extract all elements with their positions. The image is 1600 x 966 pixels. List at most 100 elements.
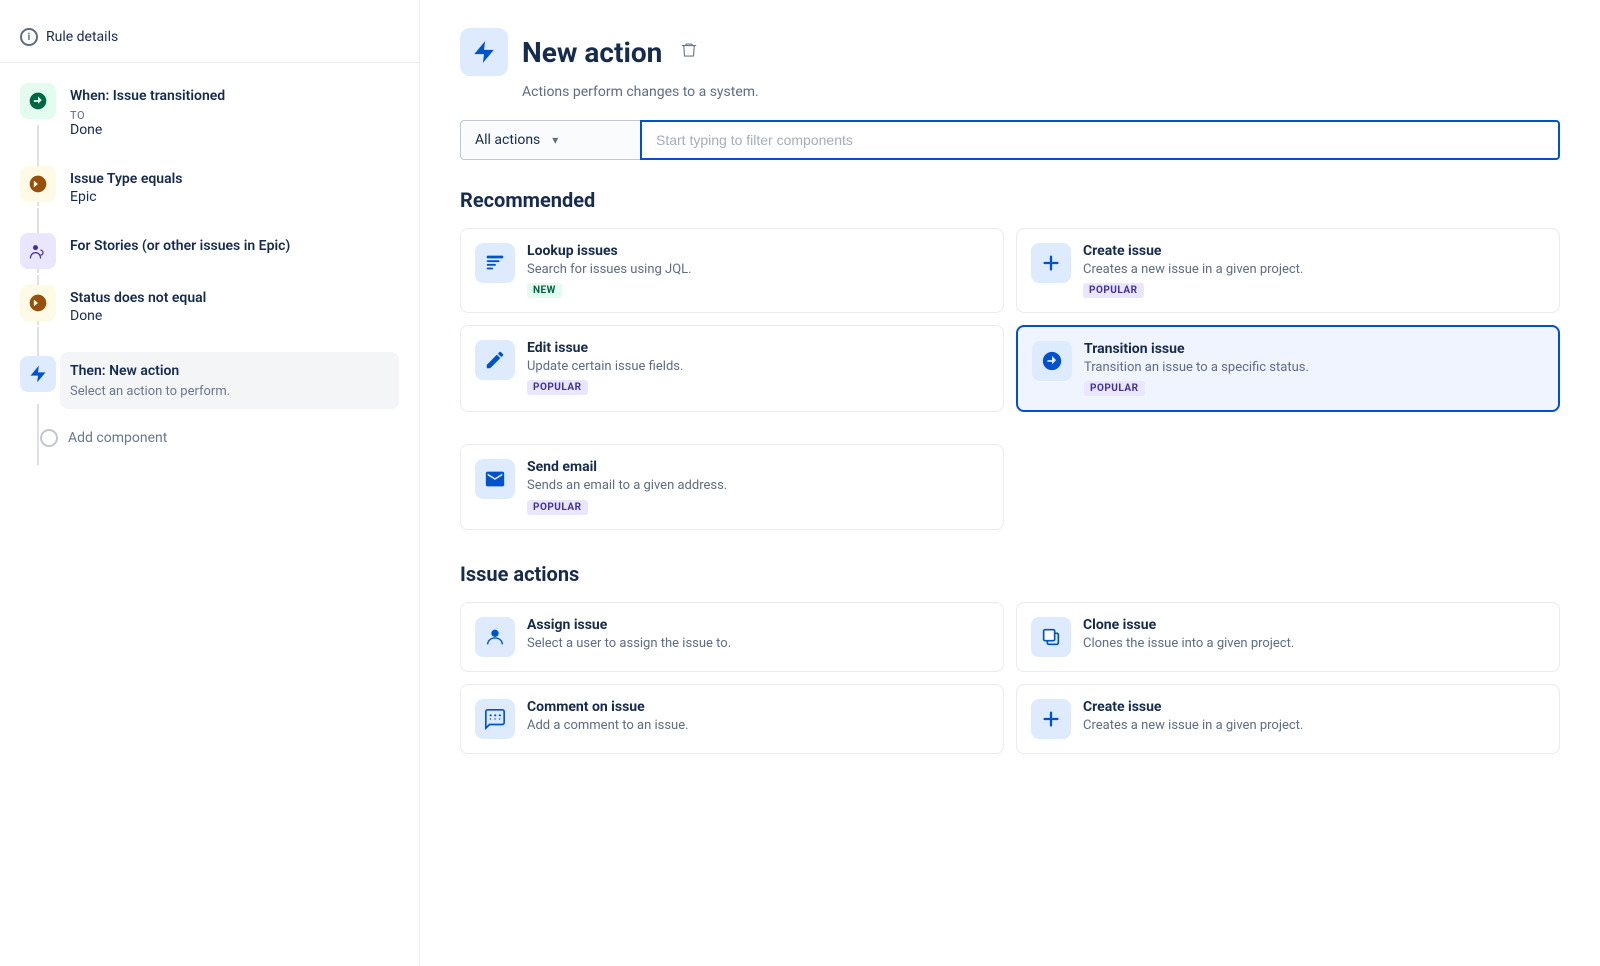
edit-issue-body: Edit issue Update certain issue fields. … bbox=[527, 340, 989, 395]
create-issue-2-body: Create issue Creates a new issue in a gi… bbox=[1083, 699, 1545, 735]
create-issue-2-icon bbox=[1031, 699, 1071, 739]
create-issue-title: Create issue bbox=[1083, 243, 1545, 259]
comment-issue-title: Comment on issue bbox=[527, 699, 989, 715]
timeline: When: Issue transitioned TO Done Issue T… bbox=[0, 79, 419, 463]
filter-row: All actions ▾ bbox=[460, 120, 1560, 160]
send-email-title: Send email bbox=[527, 459, 989, 475]
timeline-item-then[interactable]: Then: New action Select an action to per… bbox=[20, 348, 399, 409]
edit-issue-badge: POPULAR bbox=[527, 380, 588, 395]
clone-issue-title: Clone issue bbox=[1083, 617, 1545, 633]
issue-actions-section-title: Issue actions bbox=[460, 562, 1560, 586]
assign-issue-desc: Select a user to assign the issue to. bbox=[527, 635, 989, 653]
filter-input[interactable] bbox=[640, 120, 1560, 160]
then-icon bbox=[20, 356, 56, 392]
add-component[interactable]: Add component bbox=[20, 413, 399, 463]
send-email-icon bbox=[475, 459, 515, 499]
add-component-label: Add component bbox=[68, 430, 167, 446]
sidebar: i Rule details When: Issue transitioned … bbox=[0, 0, 420, 966]
comment-issue-icon bbox=[475, 699, 515, 739]
delete-icon[interactable] bbox=[680, 41, 698, 63]
send-email-badge: POPULAR bbox=[527, 500, 588, 515]
create-issue-icon bbox=[1031, 243, 1071, 283]
lookup-issues-body: Lookup issues Search for issues using JQ… bbox=[527, 243, 989, 298]
card-create-issue-2[interactable]: Create issue Creates a new issue in a gi… bbox=[1016, 684, 1560, 754]
timeline-item-condition3[interactable]: Status does not equal Done bbox=[20, 281, 399, 349]
card-lookup-issues[interactable]: Lookup issues Search for issues using JQ… bbox=[460, 228, 1004, 313]
main-header: New action bbox=[460, 28, 1560, 76]
when-value: Done bbox=[70, 122, 399, 138]
transition-issue-badge: POPULAR bbox=[1084, 381, 1145, 396]
send-email-desc: Sends an email to a given address. bbox=[527, 477, 989, 495]
condition3-title: Status does not equal bbox=[70, 289, 399, 309]
card-comment-issue[interactable]: Comment on issue Add a comment to an iss… bbox=[460, 684, 1004, 754]
condition3-content: Status does not equal Done bbox=[70, 281, 399, 349]
timeline-item-when[interactable]: When: Issue transitioned TO Done bbox=[20, 79, 399, 162]
when-content: When: Issue transitioned TO Done bbox=[70, 79, 399, 162]
create-issue-badge: POPULAR bbox=[1083, 283, 1144, 298]
clone-issue-icon bbox=[1031, 617, 1071, 657]
lookup-issues-icon bbox=[475, 243, 515, 283]
create-issue-2-title: Create issue bbox=[1083, 699, 1545, 715]
main-content: New action Actions perform changes to a … bbox=[420, 0, 1600, 966]
chevron-down-icon: ▾ bbox=[552, 133, 558, 147]
main-subtitle: Actions perform changes to a system. bbox=[522, 84, 1560, 100]
card-assign-issue[interactable]: Assign issue Select a user to assign the… bbox=[460, 602, 1004, 672]
card-clone-issue[interactable]: Clone issue Clones the issue into a give… bbox=[1016, 602, 1560, 672]
send-email-body: Send email Sends an email to a given add… bbox=[527, 459, 989, 514]
edit-issue-icon bbox=[475, 340, 515, 380]
add-component-circle bbox=[40, 429, 58, 447]
clone-issue-body: Clone issue Clones the issue into a give… bbox=[1083, 617, 1545, 653]
empty-cell bbox=[1016, 444, 1560, 529]
when-sub: TO bbox=[70, 109, 399, 122]
send-email-row: Send email Sends an email to a given add… bbox=[460, 444, 1560, 529]
new-action-icon bbox=[460, 28, 508, 76]
assign-issue-title: Assign issue bbox=[527, 617, 989, 633]
rule-details-label: Rule details bbox=[46, 29, 118, 45]
card-send-email[interactable]: Send email Sends an email to a given add… bbox=[460, 444, 1004, 529]
condition2-icon bbox=[20, 233, 56, 269]
create-issue-desc: Creates a new issue in a given project. bbox=[1083, 261, 1545, 279]
info-icon: i bbox=[20, 28, 38, 46]
condition1-content: Issue Type equals Epic bbox=[70, 162, 399, 230]
action-filter-select[interactable]: All actions ▾ bbox=[460, 120, 640, 160]
condition1-icon bbox=[20, 166, 56, 202]
issue-actions-cards-grid: Assign issue Select a user to assign the… bbox=[460, 602, 1560, 754]
lookup-issues-title: Lookup issues bbox=[527, 243, 989, 259]
transition-issue-icon bbox=[1032, 341, 1072, 381]
create-issue-2-desc: Creates a new issue in a given project. bbox=[1083, 717, 1545, 735]
then-desc: Select an action to perform. bbox=[70, 384, 389, 399]
condition2-content: For Stories (or other issues in Epic) bbox=[70, 229, 399, 281]
condition1-title: Issue Type equals bbox=[70, 170, 399, 190]
edit-issue-desc: Update certain issue fields. bbox=[527, 358, 989, 376]
card-edit-issue[interactable]: Edit issue Update certain issue fields. … bbox=[460, 325, 1004, 412]
recommended-cards-grid: Lookup issues Search for issues using JQ… bbox=[460, 228, 1560, 412]
condition3-icon bbox=[20, 285, 56, 321]
transition-issue-desc: Transition an issue to a specific status… bbox=[1084, 359, 1544, 377]
condition2-title: For Stories (or other issues in Epic) bbox=[70, 237, 399, 257]
clone-issue-desc: Clones the issue into a given project. bbox=[1083, 635, 1545, 653]
main-title: New action bbox=[522, 36, 662, 69]
lookup-issues-badge: NEW bbox=[527, 283, 562, 298]
comment-issue-body: Comment on issue Add a comment to an iss… bbox=[527, 699, 989, 735]
assign-issue-icon bbox=[475, 617, 515, 657]
condition3-value: Done bbox=[70, 308, 399, 324]
transition-issue-title: Transition issue bbox=[1084, 341, 1544, 357]
transition-issue-body: Transition issue Transition an issue to … bbox=[1084, 341, 1544, 396]
rule-details[interactable]: i Rule details bbox=[0, 20, 419, 63]
filter-select-label: All actions bbox=[475, 132, 540, 148]
when-title: When: Issue transitioned bbox=[70, 87, 399, 107]
create-issue-body: Create issue Creates a new issue in a gi… bbox=[1083, 243, 1545, 298]
card-create-issue[interactable]: Create issue Creates a new issue in a gi… bbox=[1016, 228, 1560, 313]
condition1-value: Epic bbox=[70, 189, 399, 205]
card-transition-issue[interactable]: Transition issue Transition an issue to … bbox=[1016, 325, 1560, 412]
then-content: Then: New action Select an action to per… bbox=[60, 352, 399, 409]
recommended-section-title: Recommended bbox=[460, 188, 1560, 212]
then-title: Then: New action bbox=[70, 362, 389, 382]
edit-issue-title: Edit issue bbox=[527, 340, 989, 356]
assign-issue-body: Assign issue Select a user to assign the… bbox=[527, 617, 989, 653]
timeline-item-condition1[interactable]: Issue Type equals Epic bbox=[20, 162, 399, 230]
when-icon bbox=[20, 83, 56, 119]
comment-issue-desc: Add a comment to an issue. bbox=[527, 717, 989, 735]
lookup-issues-desc: Search for issues using JQL. bbox=[527, 261, 989, 279]
timeline-item-condition2[interactable]: For Stories (or other issues in Epic) bbox=[20, 229, 399, 281]
